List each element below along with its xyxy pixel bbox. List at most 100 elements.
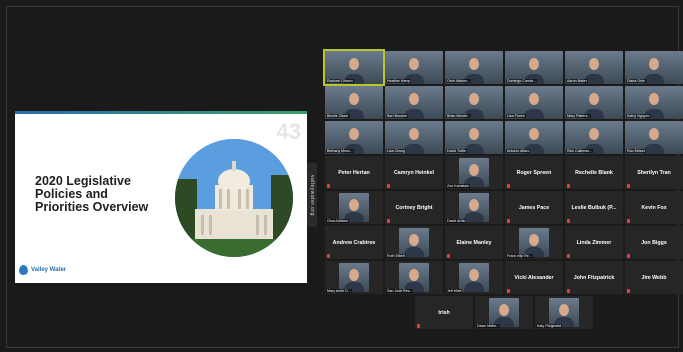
participant-tile[interactable]: Vicki Alexander xyxy=(505,261,563,294)
participant-tile[interactable]: Gina Adriano xyxy=(325,191,383,224)
participant-name-label: Zoe Karrasan xyxy=(446,184,470,188)
participant-body xyxy=(644,144,664,154)
mic-muted-icon xyxy=(507,289,510,293)
participant-tile[interactable]: Orrin Mahon... xyxy=(445,51,503,84)
slide-title: 2020 Legislative Policies and Priorities… xyxy=(35,174,149,214)
participant-face xyxy=(349,128,359,141)
participant-tile[interactable]: Roger Spreen xyxy=(505,156,563,189)
participant-face xyxy=(529,128,539,141)
participant-face xyxy=(649,93,659,106)
participant-name: Jim Webb xyxy=(641,274,667,281)
participant-face xyxy=(649,58,659,71)
participant-tile[interactable]: trish xyxy=(415,296,473,329)
participant-face xyxy=(469,269,479,282)
participant-tile[interactable]: Frank e5p Re... xyxy=(505,226,563,259)
participant-tile[interactable]: Bart Broome xyxy=(385,86,443,119)
participant-face xyxy=(529,58,539,71)
participant-tile[interactable]: James Pace xyxy=(505,191,563,224)
participant-tile[interactable]: Elaine Manley xyxy=(445,226,503,259)
participant-face xyxy=(349,58,359,71)
participant-tile[interactable]: Rechelle Blank xyxy=(565,156,623,189)
participant-face xyxy=(589,93,599,106)
participant-face xyxy=(529,93,539,106)
participant-tile[interactable]: Heather Hamp xyxy=(385,51,443,84)
participant-tile[interactable]: Rao Meloni xyxy=(625,121,683,154)
participant-tile[interactable]: David Tuttle xyxy=(445,121,503,154)
participant-tile[interactable]: Sherilyn Tran xyxy=(625,156,683,189)
participant-tile[interactable]: Kevin Fox xyxy=(625,191,683,224)
participant-name-label: Aaron Baker xyxy=(566,79,588,83)
participant-tile[interactable]: Jim Webb xyxy=(625,261,683,294)
participant-video xyxy=(459,263,489,292)
participant-name-label: San Jose Res... xyxy=(386,289,414,293)
slide-accent-bar xyxy=(15,111,307,114)
participant-face xyxy=(409,269,419,282)
mic-muted-icon xyxy=(327,254,330,258)
participant-tile[interactable]: Jon Biggs xyxy=(625,226,683,259)
participant-tile[interactable]: Dawn Mahe... xyxy=(475,296,533,329)
participant-tile[interactable]: Kathy Nguyen xyxy=(625,86,683,119)
participant-tile[interactable]: Lisa Chung xyxy=(385,121,443,154)
participant-tile[interactable]: Bethany Mess... xyxy=(325,121,383,154)
participant-tile[interactable]: Leslie Bulbuk (P... xyxy=(565,191,623,224)
slide-number: 43 xyxy=(276,119,301,144)
participant-name: Rechelle Blank xyxy=(575,169,613,176)
participant-tile[interactable]: Cortney Bright xyxy=(385,191,443,224)
participant-name-label: Antonio Alfaro xyxy=(506,149,531,153)
participant-video xyxy=(339,263,369,292)
participant-name-label: Lisa Chung xyxy=(386,149,407,153)
mic-muted-icon xyxy=(387,184,390,188)
participant-tile[interactable]: Antonio Alfaro xyxy=(505,121,563,154)
participant-tile[interactable]: Katy Fitzgerald xyxy=(535,296,593,329)
participant-face xyxy=(469,93,479,106)
mic-muted-icon xyxy=(507,219,510,223)
participant-tile[interactable]: Rachael Gibson xyxy=(323,49,385,86)
participant-name-label: Rick Callendo... xyxy=(566,149,594,153)
participant-tile[interactable]: Peter Hertan xyxy=(325,156,383,189)
participant-tile[interactable]: Jeff Mize xyxy=(445,261,503,294)
participant-tile[interactable]: David Arnio xyxy=(445,191,503,224)
capitol-building-photo xyxy=(175,139,293,257)
mic-muted-icon xyxy=(567,289,570,293)
participant-name: Linda Zimmer xyxy=(576,239,612,246)
participant-name-label: Mary Patters... xyxy=(566,114,592,118)
participant-tile[interactable]: Linda Zimmer xyxy=(565,226,623,259)
participant-tile[interactable]: Ruth Elbert xyxy=(385,226,443,259)
participant-tile[interactable]: Mary Anne D... xyxy=(325,261,383,294)
participant-body xyxy=(404,247,424,257)
participant-tile[interactable]: Rick Callendo... xyxy=(565,121,623,154)
participant-name-label: Mary Anne D... xyxy=(326,289,352,293)
participant-video xyxy=(549,298,579,327)
mic-muted-icon xyxy=(507,184,510,188)
slide-side-tab: valleywater.org xyxy=(307,163,317,227)
water-drop-icon xyxy=(19,265,28,275)
participant-tile[interactable]: Beckie Zisser xyxy=(325,86,383,119)
participant-tile[interactable]: Aaron Baker xyxy=(565,51,623,84)
mic-muted-icon xyxy=(567,254,570,258)
participant-tile[interactable]: Mary Patters... xyxy=(565,86,623,119)
participant-name: Cortney Bright xyxy=(395,204,433,211)
participant-tile[interactable]: Camryn Heinkel xyxy=(385,156,443,189)
participant-tile[interactable]: Domingo Canda... xyxy=(505,51,563,84)
participant-video xyxy=(489,298,519,327)
participant-name: Jon Biggs xyxy=(641,239,667,246)
shared-screen-slide: 43 2020 Legislative Policies and Priorit… xyxy=(15,111,307,283)
participant-face xyxy=(349,269,359,282)
participant-tile[interactable]: John Fitzpatrick xyxy=(565,261,623,294)
participant-tile[interactable]: San Jose Res... xyxy=(385,261,443,294)
participant-video xyxy=(399,228,429,257)
participant-name-label: Katy Fitzgerald xyxy=(536,324,562,328)
participant-body xyxy=(644,74,664,84)
participant-tile[interactable]: Brian Mende... xyxy=(445,86,503,119)
participant-face xyxy=(349,199,359,212)
participant-name-label: Bethany Mess... xyxy=(326,149,354,153)
zoom-window: 43 2020 Legislative Policies and Priorit… xyxy=(6,6,683,348)
participant-tile[interactable]: Andrew Crabtree xyxy=(325,226,383,259)
logo-text: Valley Water xyxy=(31,267,67,273)
participant-name: Andrew Crabtree xyxy=(332,239,376,246)
participant-tile[interactable]: Zoe Karrasan xyxy=(445,156,503,189)
participant-name-label: Jeff Mize xyxy=(446,289,463,293)
participant-tile[interactable]: Diana Gels xyxy=(625,51,683,84)
mic-muted-icon xyxy=(627,184,630,188)
participant-tile[interactable]: Lisa Floren xyxy=(505,86,563,119)
